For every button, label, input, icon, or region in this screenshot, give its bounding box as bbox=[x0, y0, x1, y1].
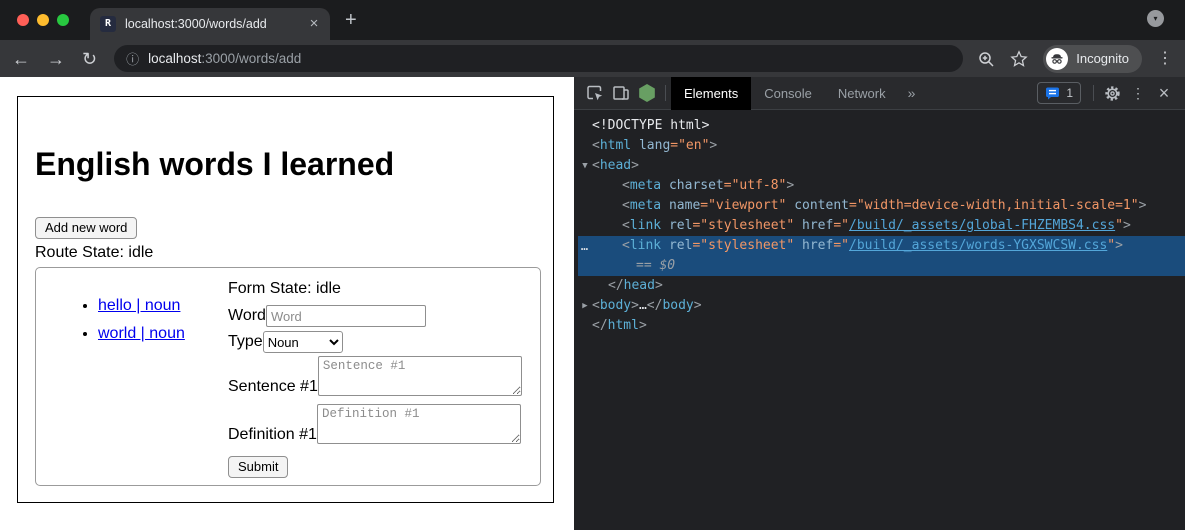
issues-bubble-icon bbox=[1045, 87, 1060, 100]
add-word-form: Form State: idle Word Type Noun bbox=[228, 280, 528, 479]
zoom-icon[interactable] bbox=[977, 50, 995, 68]
address-bar[interactable]: ⓘ localhost:3000/words/add bbox=[114, 45, 963, 72]
devtools-code-line[interactable]: </html> bbox=[578, 316, 1185, 336]
words-panel: hello | noun world | noun Form State: idl… bbox=[35, 267, 541, 486]
device-toolbar-icon[interactable] bbox=[608, 80, 634, 106]
devtools-code-line[interactable]: <!DOCTYPE html> bbox=[578, 116, 1185, 136]
devtools-settings-gear-icon[interactable] bbox=[1099, 80, 1125, 106]
words-list: hello | noun world | noun bbox=[48, 296, 228, 343]
line-gutter bbox=[578, 136, 592, 156]
sentence-row: Sentence #1 bbox=[228, 356, 528, 396]
inspect-element-icon[interactable] bbox=[582, 80, 608, 106]
sentence-textarea[interactable] bbox=[318, 356, 522, 396]
form-state-text: Form State: idle bbox=[228, 280, 528, 298]
browser-tab[interactable]: R localhost:3000/words/add × bbox=[90, 8, 330, 40]
browser-window: R localhost:3000/words/add × + ▾ ← → ↻ ⓘ… bbox=[0, 0, 1185, 530]
bookmark-star-icon[interactable] bbox=[1010, 50, 1028, 68]
back-icon[interactable]: ← bbox=[12, 50, 30, 68]
page-title: English words I learned bbox=[35, 148, 541, 180]
line-gutter bbox=[578, 256, 592, 276]
toolbar-divider bbox=[1093, 85, 1094, 101]
devtools-code-line[interactable]: <meta name="viewport" content="width=dev… bbox=[578, 196, 1185, 216]
word-row: Word bbox=[228, 305, 528, 327]
incognito-avatar-icon bbox=[1046, 48, 1068, 70]
sentence-label: Sentence #1 bbox=[228, 378, 318, 396]
toolbar-divider bbox=[665, 85, 666, 101]
devtools-tab-elements[interactable]: Elements bbox=[671, 77, 751, 110]
toolbar-actions: Incognito ⋮ bbox=[977, 45, 1173, 73]
incognito-label: Incognito bbox=[1076, 51, 1129, 66]
web-page: English words I learned Add new word Rou… bbox=[0, 77, 574, 530]
devtools-code-line[interactable]: …<link rel="stylesheet" href="/build/_as… bbox=[578, 236, 1185, 256]
extension-hexagon-icon[interactable] bbox=[634, 80, 660, 106]
site-info-icon[interactable]: ⓘ bbox=[126, 49, 139, 68]
issues-count: 1 bbox=[1066, 86, 1073, 100]
word-list-item: world | noun bbox=[98, 324, 228, 343]
issues-badge[interactable]: 1 bbox=[1037, 82, 1081, 104]
line-gutter bbox=[578, 196, 592, 216]
devtools-menu-icon[interactable]: ⋮ bbox=[1125, 80, 1151, 106]
word-link[interactable]: world | noun bbox=[98, 325, 185, 342]
window-controls bbox=[17, 14, 69, 26]
definition-label: Definition #1 bbox=[228, 426, 317, 444]
submit-button[interactable]: Submit bbox=[228, 456, 288, 478]
devtools-tab-console[interactable]: Console bbox=[751, 77, 825, 110]
minimize-window-button[interactable] bbox=[37, 14, 49, 26]
tree-expand-arrow-icon[interactable]: ▼ bbox=[578, 156, 592, 176]
add-new-word-button[interactable]: Add new word bbox=[35, 217, 137, 239]
remix-favicon-icon: R bbox=[100, 16, 116, 32]
definition-row: Definition #1 bbox=[228, 404, 528, 444]
devtools-code-line[interactable]: ▼<head> bbox=[578, 156, 1185, 176]
devtools-code-line[interactable]: <meta charset="utf-8"> bbox=[578, 176, 1185, 196]
devtools-code-line[interactable]: <link rel="stylesheet" href="/build/_ass… bbox=[578, 216, 1185, 236]
route-state-text: Route State: idle bbox=[35, 244, 541, 262]
url-host: localhost bbox=[148, 51, 201, 66]
line-gutter bbox=[578, 276, 592, 296]
words-list-column: hello | noun world | noun bbox=[48, 280, 228, 479]
devtools-code-line[interactable]: ▶<body>…</body> bbox=[578, 296, 1185, 316]
devtools-panel: Elements Console Network » 1 bbox=[574, 77, 1185, 530]
browser-toolbar: ← → ↻ ⓘ localhost:3000/words/add bbox=[0, 40, 1185, 77]
devtools-tab-network[interactable]: Network bbox=[825, 77, 899, 110]
devtools-code-line[interactable]: == $0 bbox=[578, 256, 1185, 276]
type-select[interactable]: Noun bbox=[263, 331, 343, 353]
devtools-code-line[interactable]: <html lang="en"> bbox=[578, 136, 1185, 156]
incognito-badge[interactable]: Incognito bbox=[1043, 45, 1142, 73]
reload-icon[interactable]: ↻ bbox=[82, 50, 97, 68]
line-gutter bbox=[578, 316, 592, 336]
tab-strip: R localhost:3000/words/add × + ▾ bbox=[0, 0, 1185, 40]
type-row: Type Noun bbox=[228, 331, 528, 353]
definition-textarea[interactable] bbox=[317, 404, 521, 444]
more-tabs-icon[interactable]: » bbox=[899, 85, 925, 101]
line-gutter bbox=[578, 216, 592, 236]
devtools-toolbar: Elements Console Network » 1 bbox=[574, 77, 1185, 110]
word-label: Word bbox=[228, 307, 266, 325]
app-container: English words I learned Add new word Rou… bbox=[17, 96, 554, 503]
browser-menu-icon[interactable]: ⋮ bbox=[1157, 51, 1173, 67]
devtools-code-line[interactable]: </head> bbox=[578, 276, 1185, 296]
word-list-item: hello | noun bbox=[98, 296, 228, 315]
tab-search-button[interactable]: ▾ bbox=[1147, 10, 1164, 27]
window-content: English words I learned Add new word Rou… bbox=[0, 77, 1185, 530]
tab-title: localhost:3000/words/add bbox=[125, 17, 300, 31]
forward-icon[interactable]: → bbox=[47, 50, 65, 68]
word-input[interactable] bbox=[266, 305, 426, 327]
line-gutter bbox=[578, 116, 592, 136]
url-path: :3000/words/add bbox=[201, 51, 301, 66]
word-link[interactable]: hello | noun bbox=[98, 297, 180, 314]
line-gutter bbox=[578, 176, 592, 196]
close-window-button[interactable] bbox=[17, 14, 29, 26]
new-tab-button[interactable]: + bbox=[345, 8, 357, 32]
tree-expand-arrow-icon[interactable]: ▶ bbox=[578, 296, 592, 316]
line-gutter-dots-icon[interactable]: … bbox=[578, 236, 592, 256]
devtools-elements-tree: <!DOCTYPE html><html lang="en">▼<head><m… bbox=[574, 110, 1185, 530]
maximize-window-button[interactable] bbox=[57, 14, 69, 26]
type-label: Type bbox=[228, 333, 263, 351]
devtools-close-icon[interactable]: × bbox=[1151, 80, 1177, 106]
tab-close-icon[interactable]: × bbox=[306, 16, 322, 32]
